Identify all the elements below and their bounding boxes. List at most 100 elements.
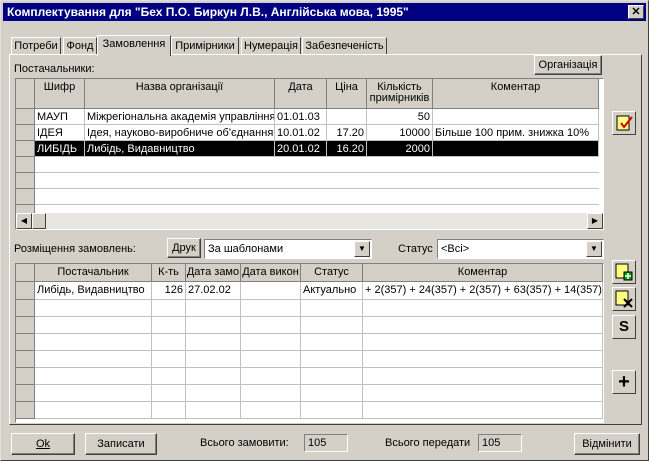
empty-cell[interactable] [152, 317, 186, 334]
tab-numbering[interactable]: Нумерація [241, 37, 301, 55]
empty-cell[interactable] [186, 334, 241, 351]
table-row-cell[interactable]: Либідь, Видавництво [35, 282, 152, 300]
table-row-cell[interactable]: + 2(357) + 24(357) + 2(357) + 63(357) + … [363, 282, 603, 300]
empty-cell[interactable] [152, 300, 186, 317]
empty-cell[interactable] [241, 385, 301, 402]
table-row-cell[interactable]: 50 [367, 109, 433, 125]
empty-cell[interactable] [152, 402, 186, 419]
table-row-cell[interactable]: Актуально [301, 282, 363, 300]
tab-fund[interactable]: Фонд [63, 37, 97, 55]
col-header-order-date[interactable]: Дата замо [186, 264, 241, 282]
row-indicator[interactable] [16, 385, 35, 402]
empty-cell[interactable] [35, 351, 152, 368]
chevron-down-icon[interactable]: ▼ [586, 241, 602, 257]
empty-cell[interactable] [241, 317, 301, 334]
tab-needs[interactable]: Потреби [11, 37, 61, 55]
empty-cell[interactable] [241, 368, 301, 385]
table-row-cell-selected[interactable] [433, 141, 599, 157]
empty-cell[interactable] [186, 317, 241, 334]
organization-button[interactable]: Організація [534, 55, 602, 75]
col-header-order-comment[interactable]: Коментар [363, 264, 603, 282]
empty-cell[interactable] [301, 300, 363, 317]
table-row-cell[interactable] [433, 109, 599, 125]
table-row-cell[interactable]: 10000 [367, 125, 433, 141]
empty-cell[interactable] [186, 351, 241, 368]
empty-cell[interactable] [301, 334, 363, 351]
empty-cell[interactable] [186, 385, 241, 402]
table-row-cell-selected[interactable]: 20.01.02 [275, 141, 327, 157]
table-row-cell-selected[interactable]: 16.20 [327, 141, 367, 157]
table-row-cell[interactable]: 126 [152, 282, 186, 300]
empty-cell[interactable] [363, 300, 603, 317]
row-indicator[interactable] [16, 351, 35, 368]
add-order-button[interactable] [612, 260, 636, 284]
table-row-cell[interactable]: 17.20 [327, 125, 367, 141]
table-row-cell[interactable] [327, 109, 367, 125]
col-header-status[interactable]: Статус [301, 264, 363, 282]
col-header-code[interactable]: Шифр [35, 79, 85, 109]
print-button[interactable]: Друк [167, 238, 201, 258]
row-indicator[interactable] [16, 109, 35, 125]
col-header-price[interactable]: Ціна [327, 79, 367, 109]
empty-cell[interactable] [301, 402, 363, 419]
col-header-date[interactable]: Дата [275, 79, 327, 109]
empty-cell[interactable] [35, 402, 152, 419]
empty-cell[interactable] [35, 334, 152, 351]
empty-cell[interactable] [363, 402, 603, 419]
template-select[interactable]: За шаблонами ▼ [204, 239, 372, 259]
empty-cell[interactable] [186, 300, 241, 317]
empty-row[interactable] [35, 157, 599, 173]
row-indicator[interactable] [16, 334, 35, 351]
tab-orders[interactable]: Замовлення [97, 35, 171, 56]
scroll-right-button[interactable]: ▶ [587, 213, 603, 229]
cancel-button[interactable]: Відмінити [574, 433, 640, 455]
empty-cell[interactable] [35, 385, 152, 402]
empty-cell[interactable] [301, 385, 363, 402]
empty-cell[interactable] [35, 300, 152, 317]
row-indicator[interactable] [16, 300, 35, 317]
row-indicator[interactable] [16, 402, 35, 419]
empty-cell[interactable] [241, 402, 301, 419]
row-indicator[interactable] [16, 189, 35, 205]
table-row-cell[interactable]: Міжрегіональна академія управління [85, 109, 275, 125]
row-indicator[interactable] [16, 157, 35, 173]
empty-cell[interactable] [186, 368, 241, 385]
row-indicator[interactable] [16, 317, 35, 334]
tab-copies[interactable]: Примірники [171, 37, 239, 55]
row-indicator[interactable] [16, 125, 35, 141]
col-header-supplier[interactable]: Постачальник [35, 264, 152, 282]
status-select[interactable]: <Всі> ▼ [437, 239, 604, 259]
row-indicator[interactable] [16, 282, 35, 300]
empty-cell[interactable] [301, 317, 363, 334]
select-supplier-button[interactable] [612, 111, 636, 135]
close-button[interactable]: ✕ [628, 5, 644, 19]
plus-button[interactable]: + [612, 370, 636, 394]
row-indicator-selected[interactable] [16, 141, 35, 157]
ok-button[interactable]: Ok [11, 433, 75, 455]
tab-availability[interactable]: Забезпеченість [302, 37, 387, 55]
row-indicator[interactable] [16, 173, 35, 189]
row-indicator[interactable] [16, 205, 35, 213]
table-row-cell[interactable] [241, 282, 301, 300]
scroll-left-button[interactable]: ◀ [16, 213, 32, 229]
empty-cell[interactable] [241, 351, 301, 368]
table-row-cell[interactable]: МАУП [35, 109, 85, 125]
empty-cell[interactable] [152, 334, 186, 351]
empty-cell[interactable] [363, 351, 603, 368]
col-header-name[interactable]: Назва організації [85, 79, 275, 109]
empty-cell[interactable] [35, 368, 152, 385]
table-row-cell-selected[interactable]: 2000 [367, 141, 433, 157]
empty-cell[interactable] [363, 385, 603, 402]
empty-cell[interactable] [186, 402, 241, 419]
empty-cell[interactable] [363, 334, 603, 351]
col-header-comment[interactable]: Коментар [433, 79, 599, 109]
row-indicator[interactable] [16, 368, 35, 385]
empty-cell[interactable] [152, 385, 186, 402]
suppliers-hscrollbar[interactable]: ◀ ▶ [16, 213, 603, 229]
empty-cell[interactable] [363, 317, 603, 334]
col-header-qty[interactable]: Кількість примірників [367, 79, 433, 109]
col-header-done-date[interactable]: Дата викон [241, 264, 301, 282]
empty-cell[interactable] [241, 334, 301, 351]
table-row-cell-selected[interactable]: ЛИБІДЬ [35, 141, 85, 157]
table-row-cell[interactable]: Більше 100 прим. знижка 10% [433, 125, 599, 141]
